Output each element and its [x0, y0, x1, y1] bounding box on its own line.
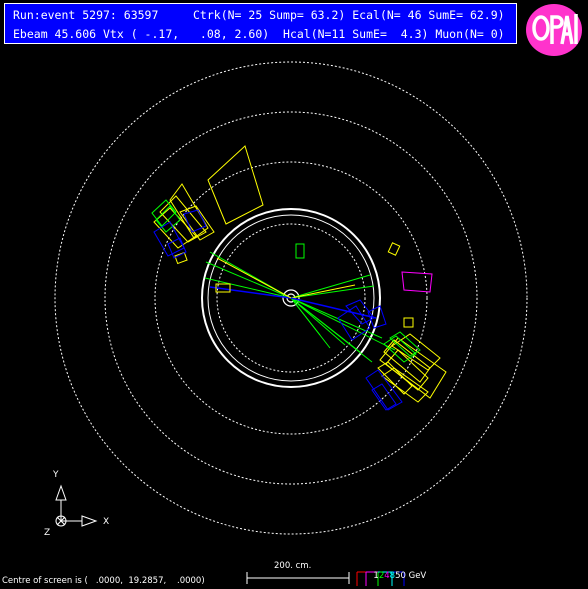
- x-axis-label: X: [103, 517, 110, 527]
- energy-scale-legend: 124850 GeV: [368, 561, 426, 581]
- y-axis-label: Y: [53, 470, 59, 480]
- axis-indicator: [55, 484, 98, 527]
- event-display: [54, 61, 528, 586]
- magenta-tower: [401, 271, 433, 293]
- energy-digit: 50 GeV: [395, 571, 427, 581]
- z-axis-label: Z: [44, 528, 51, 538]
- screen-centre-text: Centre of screen is ( .0000, 19.2857, .0…: [2, 576, 205, 586]
- hcal-towers-lower-right: [337, 299, 403, 411]
- scale-bar-label: 200. cm.: [274, 561, 312, 571]
- ecal-towers-lower-right: [377, 333, 447, 403]
- scale-bar: [246, 572, 350, 584]
